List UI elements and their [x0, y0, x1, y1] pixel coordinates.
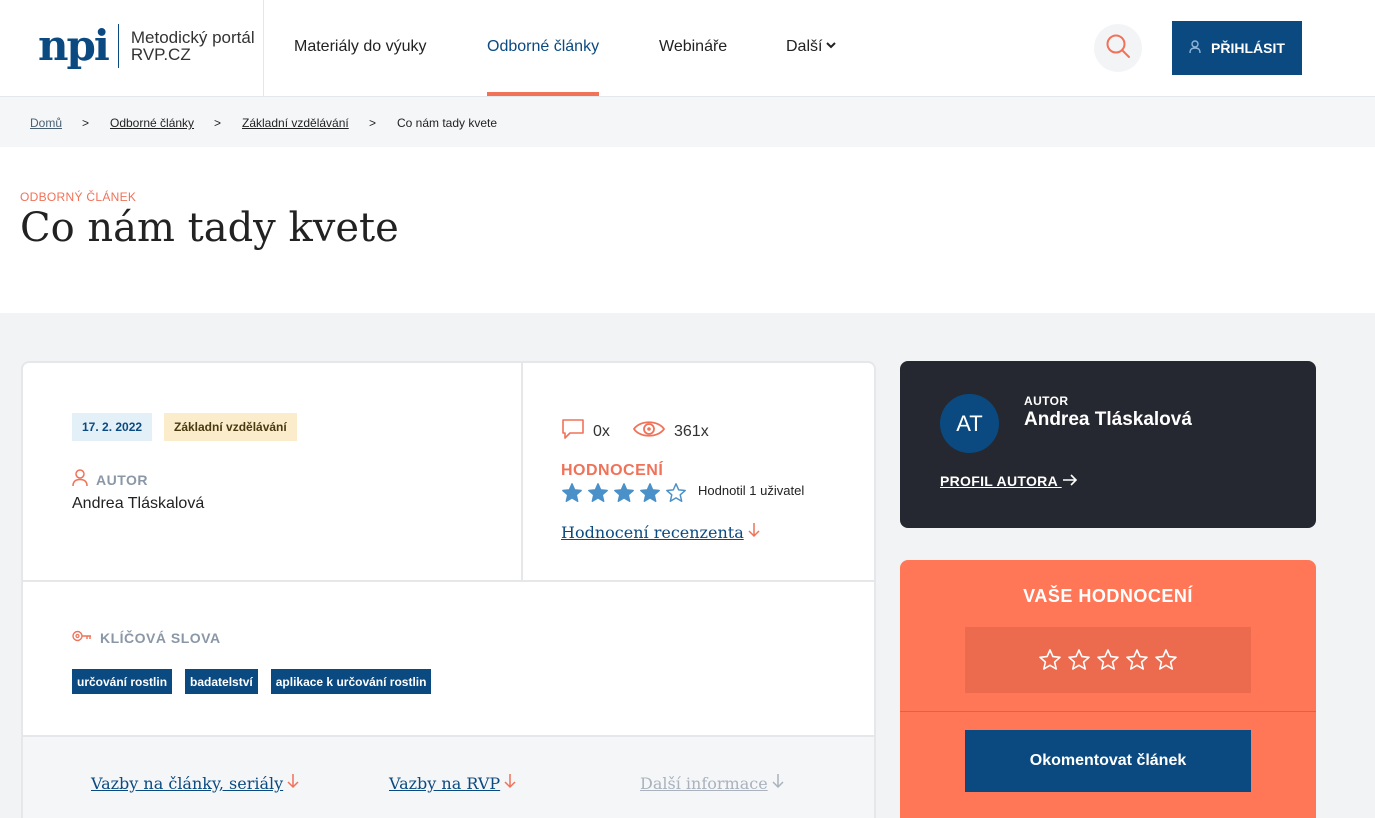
login-button[interactable]: PŘIHLÁSIT: [1172, 21, 1302, 75]
breadcrumb-zakladni-vzdelavani[interactable]: Základní vzdělávání: [242, 116, 349, 130]
nav-materialy[interactable]: Materiály do výuky: [294, 38, 427, 56]
author-label-row: AUTOR: [72, 469, 148, 490]
star-empty-icon: [665, 482, 687, 504]
logo-divider: [117, 24, 119, 68]
star-empty-icon[interactable]: [1125, 648, 1149, 672]
link-vazby-na-rvp-label: Vazby na RVP: [389, 774, 501, 793]
arrow-down-icon: [504, 773, 516, 793]
link-vazby-na-clanky-label: Vazby na články, seriály: [91, 774, 284, 793]
comments-value: 0x: [593, 422, 610, 440]
reviewer-rating-label: Hodnocení recenzenta: [561, 523, 744, 542]
author-profile-label: PROFIL AUTORA: [940, 473, 1058, 489]
link-dalsi-informace[interactable]: Další informace: [640, 773, 784, 793]
rating-card-divider: [900, 711, 1316, 712]
nav-webinare[interactable]: Webináře: [659, 38, 727, 56]
author-card-name: Andrea Tláskalová: [1024, 409, 1192, 430]
star-empty-icon[interactable]: [1067, 648, 1091, 672]
keyword-tag[interactable]: aplikace k určování rostlin: [270, 669, 432, 694]
breadcrumb-separator: >: [214, 116, 222, 130]
nav-dalsi[interactable]: Další: [786, 38, 837, 56]
keyword-tag[interactable]: badatelství: [185, 669, 258, 694]
breadcrumb-separator: >: [369, 116, 377, 130]
author-profile-link[interactable]: PROFIL AUTORA: [940, 473, 1078, 489]
star-empty-icon[interactable]: [1096, 648, 1120, 672]
search-button[interactable]: [1094, 24, 1142, 72]
breadcrumb-odborne-clanky[interactable]: Odborné články: [110, 116, 194, 130]
key-icon: [72, 629, 92, 646]
arrow-down-icon: [748, 522, 760, 542]
breadcrumb-home[interactable]: Domů: [30, 116, 62, 130]
reviewer-rating-link[interactable]: Hodnocení recenzenta: [561, 522, 760, 542]
author-card-label: AUTOR: [1024, 394, 1069, 408]
star-empty-icon[interactable]: [1038, 648, 1062, 672]
views-value: 361x: [674, 422, 709, 440]
nav-active-indicator: [487, 92, 599, 96]
star-filled-icon: [587, 482, 609, 504]
article-kicker: ODBORNÝ ČLÁNEK: [20, 190, 137, 204]
level-badge[interactable]: Základní vzdělávání: [164, 413, 297, 441]
keyword-tag[interactable]: určování rostlin: [72, 669, 173, 694]
header-divider: [263, 0, 264, 96]
article-info-card: 17. 2. 2022 Základní vzdělávání AUTOR An…: [21, 361, 876, 818]
site-header: npi Metodický portál RVP.CZ Materiály do…: [0, 0, 1375, 97]
eye-icon: [632, 418, 666, 445]
npi-logo-mark: npi: [38, 21, 110, 70]
comment-article-button[interactable]: Okomentovat článek: [965, 730, 1251, 792]
card-divider: [23, 580, 874, 582]
star-filled-icon: [561, 482, 583, 504]
comment-icon: [561, 418, 585, 445]
nav-dalsi-label: Další: [786, 38, 823, 55]
page-title: Co nám tady kvete: [20, 205, 399, 251]
author-label: AUTOR: [96, 471, 149, 488]
arrow-down-icon: [772, 773, 784, 793]
search-icon: [1105, 33, 1131, 64]
login-label: PŘIHLÁSIT: [1211, 40, 1285, 56]
avatar: AT: [940, 394, 999, 453]
keyword-tags: určování rostlin badatelství aplikace k …: [72, 669, 432, 694]
link-dalsi-informace-label: Další informace: [640, 774, 768, 793]
your-rating-stars: [965, 627, 1251, 693]
breadcrumb-current: Co nám tady kvete: [397, 116, 498, 130]
star-filled-icon: [639, 482, 661, 504]
breadcrumb: Domů > Odborné články > Základní vzděláv…: [0, 97, 1375, 147]
rating-label: HODNOCENÍ: [561, 462, 664, 479]
arrow-right-icon: [1062, 473, 1078, 489]
keywords-label: KLÍČOVÁ SLOVA: [100, 629, 221, 646]
user-icon: [1189, 39, 1201, 57]
link-vazby-na-rvp[interactable]: Vazby na RVP: [389, 773, 516, 793]
logo-text: Metodický portál RVP.CZ: [131, 29, 255, 63]
views-count: 361x: [632, 418, 709, 445]
nav-odborne-clanky[interactable]: Odborné články: [487, 38, 599, 56]
site-logo[interactable]: npi Metodický portál RVP.CZ: [38, 24, 255, 68]
author-card: AT AUTOR Andrea Tláskalová PROFIL AUTORA: [900, 361, 1316, 528]
link-vazby-na-clanky[interactable]: Vazby na články, seriály: [91, 773, 299, 793]
chevron-down-icon: [826, 40, 837, 52]
keywords-label-row: KLÍČOVÁ SLOVA: [72, 629, 221, 646]
card-divider: [521, 363, 523, 580]
author-name[interactable]: Andrea Tláskalová: [72, 495, 204, 513]
comments-count: 0x: [561, 418, 610, 445]
rated-by-text: Hodnotil 1 uživatel: [698, 483, 805, 498]
star-filled-icon: [613, 482, 635, 504]
person-icon: [72, 469, 88, 490]
your-rating-title: VAŠE HODNOCENÍ: [1023, 586, 1193, 606]
arrow-down-icon: [287, 773, 299, 793]
breadcrumb-separator: >: [82, 116, 90, 130]
star-empty-icon[interactable]: [1154, 648, 1178, 672]
date-badge: 17. 2. 2022: [72, 413, 153, 441]
logo-line-2: RVP.CZ: [130, 45, 191, 64]
your-rating-card: VAŠE HODNOCENÍ Okomentovat článek: [900, 560, 1316, 818]
average-rating-stars: [561, 482, 687, 504]
